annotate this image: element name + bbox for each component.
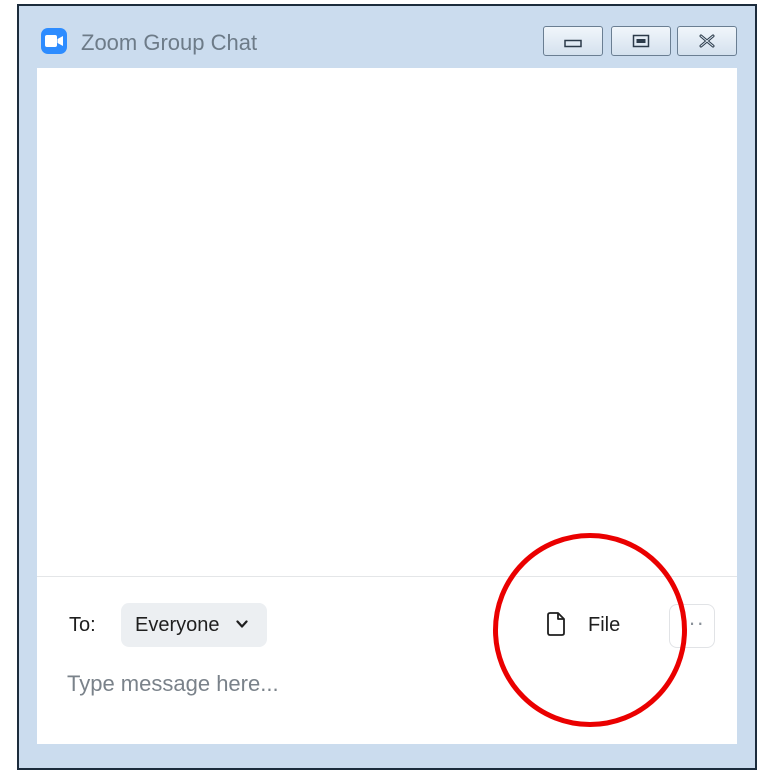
maximize-icon [632, 34, 650, 48]
minimize-button[interactable] [543, 26, 603, 56]
chat-window: Zoom Group Chat To: Everyone File ··· Ty… [17, 4, 757, 770]
close-icon [699, 34, 715, 48]
zoom-camera-icon [41, 28, 67, 54]
message-input[interactable] [67, 664, 707, 704]
recipient-dropdown[interactable]: Everyone [121, 603, 267, 647]
file-label: File [588, 614, 621, 636]
maximize-button[interactable] [611, 26, 671, 56]
more-options-button[interactable]: ··· [669, 604, 715, 648]
file-icon [547, 612, 565, 636]
recipient-value: Everyone [135, 614, 220, 636]
minimize-icon [564, 39, 582, 48]
close-button[interactable] [677, 26, 737, 56]
title-bar[interactable]: Zoom Group Chat [19, 6, 755, 68]
to-label: To: [69, 614, 96, 636]
composer-divider [37, 576, 737, 577]
file-button[interactable]: File [545, 603, 645, 647]
chat-content-area: To: Everyone File ··· [37, 68, 737, 744]
chevron-down-icon [236, 620, 248, 628]
more-icon: ··· [680, 610, 705, 635]
window-title: Zoom Group Chat [81, 30, 258, 55]
